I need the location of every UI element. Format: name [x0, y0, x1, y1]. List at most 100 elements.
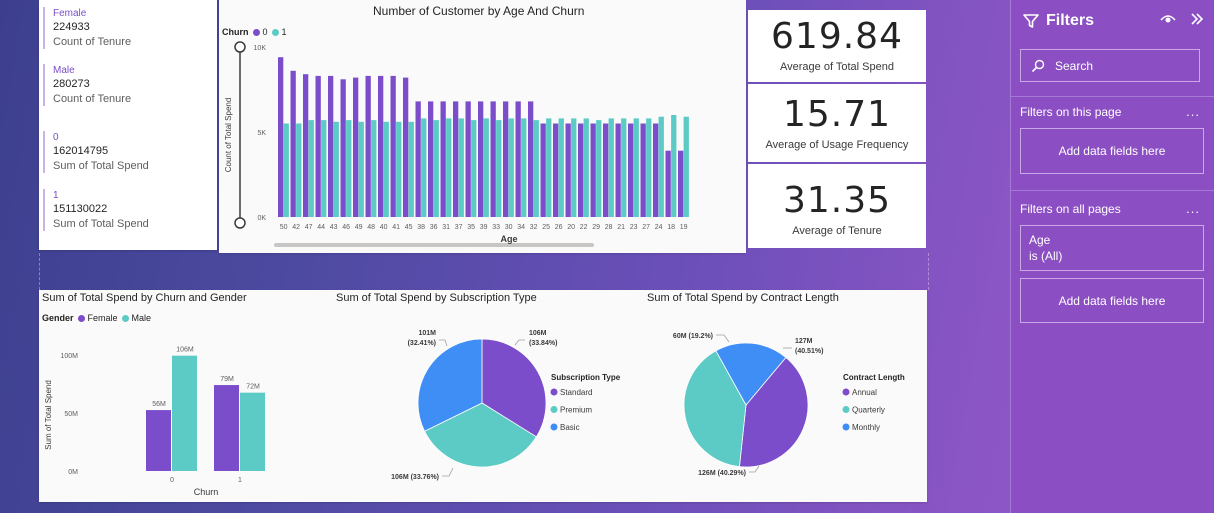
multi-row-card[interactable]: Female 224933 Count of Tenure Male 28027…: [39, 0, 217, 250]
x-tick-label: 26: [555, 224, 563, 231]
gender-chart-plot[interactable]: Sum of Total Spend 100M 50M 0M 56M 106M 0 7…: [39, 290, 329, 502]
filters-pane: Filters Search Filters on this page ... …: [1010, 0, 1214, 513]
legend-item-premium: Premium: [560, 406, 592, 415]
filter-search-input[interactable]: Search: [1020, 49, 1200, 82]
bar-churn-1-age-47: [308, 120, 314, 217]
bar-churn-1-age-36: [433, 120, 439, 217]
y-tick-label: 0K: [257, 215, 266, 222]
card-row-value: 224933: [53, 21, 90, 33]
bar-churn-1-age-40: [383, 121, 389, 217]
legend-dot: [842, 406, 850, 413]
bar-churn-1-age-25: [546, 118, 552, 217]
x-tick-label: 30: [505, 224, 513, 231]
bar-churn-0-age-31: [440, 101, 446, 217]
y-tick-label: 0M: [68, 469, 78, 476]
data-label: 106M: [176, 347, 194, 354]
bar-churn-1-age-37: [458, 118, 464, 217]
filter-icon: [1023, 14, 1039, 28]
bar-churn-1-age-23: [633, 118, 639, 217]
collapse-pane-icon[interactable]: [1190, 12, 1204, 26]
bar-churn-0-age-43: [328, 75, 334, 218]
add-fields-label: Add data fields here: [1058, 144, 1166, 158]
x-axis-title: Age: [500, 234, 517, 244]
card-row-desc: Sum of Total Spend: [53, 218, 149, 230]
x-tick-label: 41: [392, 224, 400, 231]
bar-churn-1-age-38: [421, 118, 427, 217]
x-tick-label: 49: [355, 224, 363, 231]
contract-pie-plot[interactable]: 127M (40.51%) 126M (40.29%) 60M (19.2%) Con…: [637, 300, 927, 500]
x-axis-title: Churn: [194, 487, 219, 497]
age-filter-name: Age: [1029, 233, 1051, 247]
more-options-icon[interactable]: ...: [1186, 201, 1200, 216]
bar-churn-1-age-21: [621, 118, 627, 217]
bar-churn-1-age-33: [496, 120, 502, 217]
bar-churn-0-age-47: [303, 74, 309, 217]
data-label: 106M: [529, 330, 547, 337]
data-label: 60M (19.2%): [673, 333, 713, 340]
kpi-value: 619.84: [771, 16, 903, 57]
search-placeholder: Search: [1055, 58, 1094, 73]
bar-churn-1-age-27: [646, 118, 652, 217]
card-row-churn-0: 0 162014795 Sum of Total Spend: [43, 131, 149, 173]
eye-icon[interactable]: [1160, 12, 1176, 26]
x-tick-label: 19: [680, 224, 688, 231]
bar-churn-1-age-49: [358, 121, 364, 217]
bar-churn-1-age-18: [671, 115, 677, 217]
kpi-card-tenure[interactable]: 31.35 Average of Tenure: [748, 164, 926, 248]
age-filter-card[interactable]: Age is (All): [1020, 225, 1204, 271]
bar-churn-1-age-30: [508, 118, 514, 217]
y-axis-title: Sum of Total Spend: [44, 380, 53, 450]
subscription-pie-plot[interactable]: 106M (33.84%) 106M (33.76%) 101M (32.41%) Su…: [329, 300, 629, 500]
data-label: 127M: [795, 338, 813, 345]
leader-line: [514, 339, 525, 346]
y-tick-label: 10K: [254, 45, 267, 52]
bar-churn-0-age-38: [415, 101, 421, 217]
bar-churn-1-age-50: [283, 123, 289, 217]
data-label: 106M (33.76%): [391, 474, 439, 481]
data-label: 72M: [246, 384, 260, 391]
filters-on-page-title: Filters on this page: [1020, 105, 1122, 119]
bar-churn-0-age-33: [490, 101, 496, 217]
card-row-desc: Count of Tenure: [53, 36, 132, 48]
x-tick-label: 39: [480, 224, 488, 231]
range-slider-handle-bottom[interactable]: [234, 217, 246, 229]
add-data-fields-all-pages-well[interactable]: Add data fields here: [1020, 278, 1204, 323]
bar-churn-0-age-49: [353, 77, 359, 217]
bar-churn-0-age-50: [278, 57, 284, 218]
bar-churn-1-age-22: [583, 118, 589, 217]
x-tick-label: 38: [417, 224, 425, 231]
bar-churn-0-age-45: [403, 77, 409, 217]
x-tick-label: 0: [170, 477, 174, 484]
bar-churn-0-age-40: [378, 75, 384, 218]
kpi-value: 15.71: [782, 94, 892, 135]
bar-churn-1-age-41: [396, 121, 402, 217]
x-tick-label: 18: [667, 224, 675, 231]
kpi-label: Average of Tenure: [792, 225, 882, 237]
age-churn-chart[interactable]: Number of Customer by Age And Churn Chur…: [219, 0, 746, 253]
legend-dot: [550, 406, 558, 413]
horizontal-scrollbar[interactable]: [274, 243, 594, 247]
data-label: 101M: [418, 330, 436, 337]
bar-churn-0-age-41: [390, 75, 396, 218]
x-tick-label: 33: [492, 224, 500, 231]
more-options-icon[interactable]: ...: [1186, 104, 1200, 119]
bar-churn-1-age-45: [408, 121, 414, 217]
x-tick-label: 29: [592, 224, 600, 231]
bar-churn-0-age-20: [565, 123, 571, 217]
bar-churn-0-age-46: [340, 79, 346, 217]
legend-item-standard: Standard: [560, 388, 592, 397]
y-tick-label: 50M: [64, 411, 78, 418]
bar-churn-0-age-26: [553, 123, 559, 217]
bar-churn-0-age-35: [465, 101, 471, 217]
filters-header: Filters: [1023, 12, 1094, 30]
x-tick-label: 22: [580, 224, 588, 231]
data-label: 126M (40.29%): [698, 470, 746, 477]
x-tick-label: 50: [280, 224, 288, 231]
kpi-card-total-spend[interactable]: 619.84 Average of Total Spend: [748, 10, 926, 82]
kpi-card-usage-frequency[interactable]: 15.71 Average of Usage Frequency: [748, 84, 926, 162]
bar-churn-0-age-37: [453, 101, 459, 217]
bar-churn-0-age-25: [540, 123, 546, 217]
range-slider-handle-top[interactable]: [234, 41, 246, 53]
x-tick-label: 47: [305, 224, 313, 231]
add-data-fields-page-well[interactable]: Add data fields here: [1020, 128, 1204, 174]
